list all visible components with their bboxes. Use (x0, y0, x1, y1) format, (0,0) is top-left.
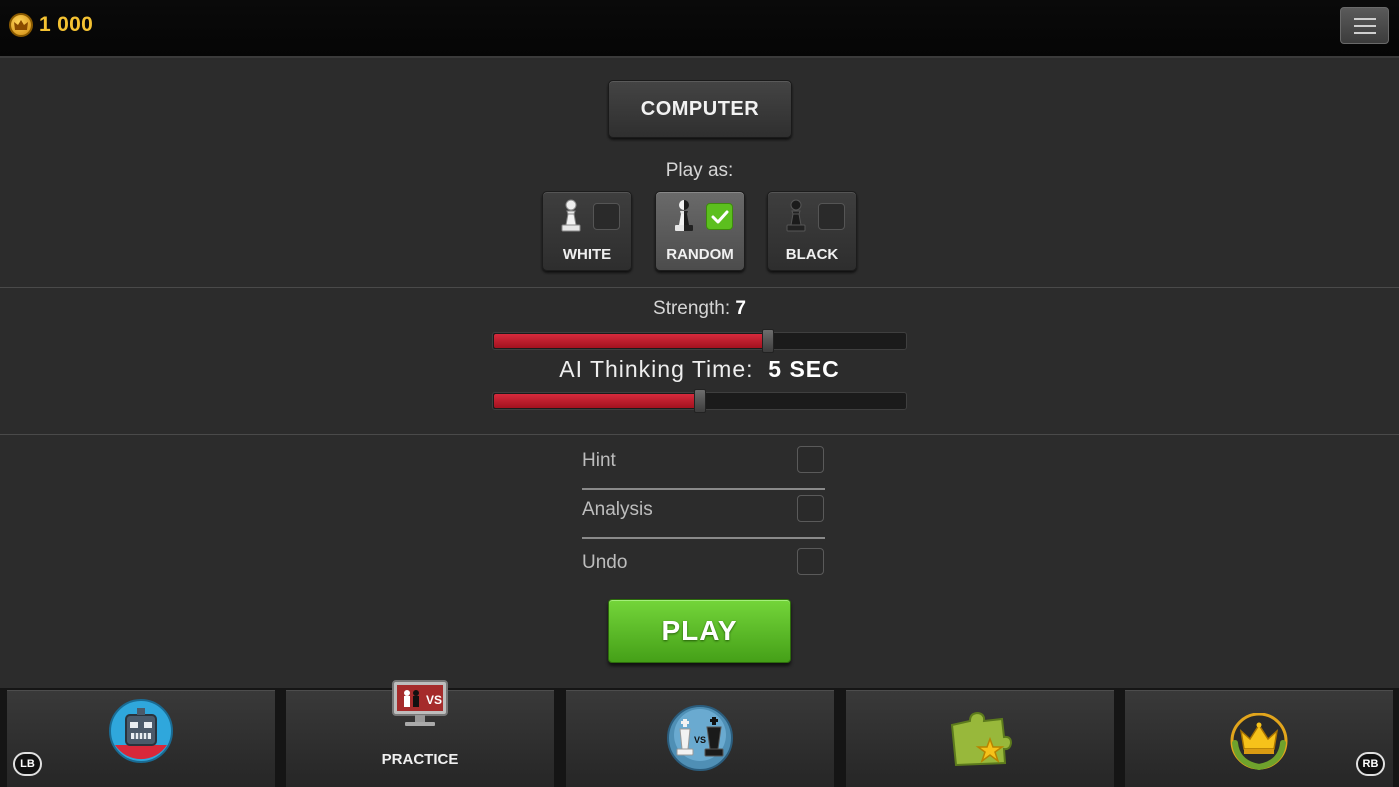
robot-icon (109, 699, 173, 763)
opponent-mode-button[interactable]: COMPUTER (608, 80, 792, 138)
tab-puzzles[interactable] (846, 690, 1114, 787)
checkmark-icon (711, 210, 728, 223)
option-underline (582, 537, 825, 539)
thinking-time-value: 5 SEC (768, 356, 840, 382)
random-label: RANDOM (666, 246, 734, 263)
play-as-white-button[interactable]: WHITE (542, 191, 632, 271)
white-label: WHITE (562, 246, 612, 263)
undo-option[interactable]: Undo (582, 542, 825, 582)
practice-computer-icon: VS (392, 680, 448, 726)
hint-checkbox[interactable] (797, 446, 824, 473)
analysis-option[interactable]: Analysis (582, 489, 825, 539)
random-checkbox[interactable] (706, 203, 733, 230)
hint-label: Hint (582, 450, 616, 471)
svg-text:VS: VS (426, 693, 442, 707)
crown-laurel-icon (1230, 713, 1288, 771)
undo-label: Undo (582, 552, 628, 573)
versus-pieces-icon: VS (667, 705, 733, 771)
black-checkbox[interactable] (818, 203, 845, 230)
section-divider (0, 434, 1399, 435)
undo-checkbox[interactable] (797, 548, 824, 575)
thinking-time-slider-fill (494, 394, 701, 408)
thinking-time-slider[interactable] (492, 389, 907, 413)
play-as-black-button[interactable]: BLACK (767, 191, 857, 271)
section-divider (0, 287, 1399, 288)
top-bar: 1 000 (0, 0, 1399, 58)
strength-slider[interactable] (492, 329, 907, 353)
analysis-label: Analysis (582, 499, 653, 520)
strength-value: 7 (735, 298, 746, 319)
white-checkbox[interactable] (593, 203, 620, 230)
strength-slider-thumb[interactable] (762, 329, 774, 353)
white-pawn-icon (561, 199, 581, 232)
black-label: BLACK (785, 246, 839, 263)
game-setup-panel: COMPUTER Play as: WHITE RANDOM BLACK Str… (0, 60, 1399, 688)
practice-label: PRACTICE (381, 751, 459, 768)
hint-option[interactable]: Hint (582, 440, 825, 490)
puzzle-star-icon (950, 711, 1012, 767)
thinking-time-label: AI Thinking Time: 5 SEC (0, 356, 1399, 383)
hamburger-menu-icon[interactable] (1340, 7, 1389, 44)
rb-bumper-button[interactable]: RB (1356, 752, 1385, 776)
analysis-checkbox[interactable] (797, 495, 824, 522)
strength-label: Strength: 7 (0, 298, 1399, 320)
play-as-random-button[interactable]: RANDOM (655, 191, 745, 271)
tab-computer[interactable] (7, 690, 275, 787)
crown-coin-icon (9, 13, 33, 37)
tab-practice[interactable]: VS PRACTICE (286, 680, 554, 787)
black-pawn-icon (786, 199, 806, 232)
strength-caption: Strength: (653, 298, 731, 319)
svg-text:VS: VS (694, 735, 706, 745)
coins-value: 1 000 (39, 13, 94, 36)
coin-balance: 1 000 (9, 13, 93, 37)
tab-versus[interactable]: VS (566, 690, 834, 787)
half-pawn-icon (675, 200, 693, 231)
bottom-nav: VS PRACTICE VS (0, 680, 1399, 787)
play-as-label: Play as: (665, 160, 734, 181)
lb-bumper-button[interactable]: LB (13, 752, 42, 776)
strength-slider-fill (494, 334, 769, 348)
tab-leaderboard[interactable] (1125, 690, 1393, 787)
play-button[interactable]: PLAY (608, 599, 791, 663)
thinking-time-slider-thumb[interactable] (694, 389, 706, 413)
thinking-time-caption: AI Thinking Time: (559, 356, 754, 382)
